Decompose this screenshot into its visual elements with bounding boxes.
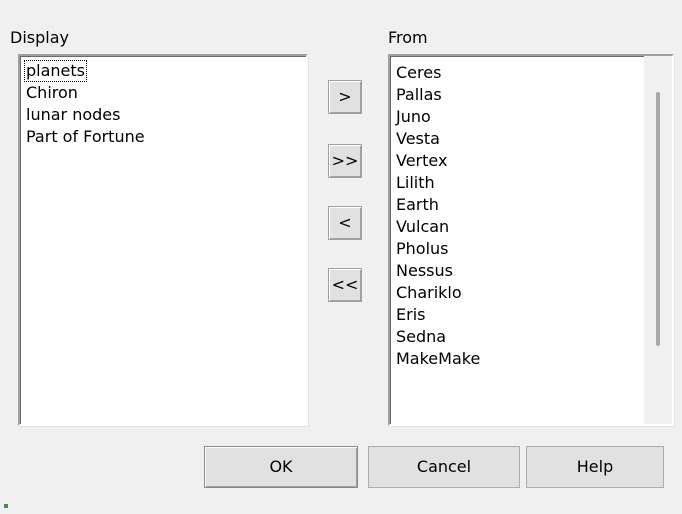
from-item[interactable]: MakeMake <box>394 348 482 370</box>
from-listbox[interactable]: Ceres Pallas Juno Vesta Vertex Lilith Ea… <box>388 54 674 426</box>
from-item[interactable]: Juno <box>394 106 433 128</box>
ok-button[interactable]: OK <box>204 446 358 488</box>
from-item[interactable]: Earth <box>394 194 441 216</box>
remove-all-button[interactable]: << <box>328 268 362 302</box>
display-item-chiron[interactable]: Chiron <box>24 82 80 104</box>
from-scrollbar[interactable] <box>644 56 672 424</box>
cancel-button[interactable]: Cancel <box>368 446 520 488</box>
from-item[interactable]: Ceres <box>394 62 443 84</box>
display-item-part-of-fortune[interactable]: Part of Fortune <box>24 126 147 148</box>
resize-grip <box>4 504 8 508</box>
from-item[interactable]: Eris <box>394 304 427 326</box>
remove-one-button[interactable]: < <box>328 206 362 240</box>
help-button[interactable]: Help <box>526 446 664 488</box>
from-item[interactable]: Vulcan <box>394 216 451 238</box>
from-label: From <box>388 28 428 47</box>
from-item[interactable]: Vesta <box>394 128 442 150</box>
add-one-button[interactable]: > <box>328 80 362 114</box>
from-item[interactable]: Sedna <box>394 326 448 348</box>
from-scrollbar-thumb[interactable] <box>656 92 660 346</box>
display-item-planets[interactable]: planets <box>24 60 87 82</box>
from-item[interactable]: Pallas <box>394 84 444 106</box>
display-item-lunar-nodes[interactable]: lunar nodes <box>24 104 122 126</box>
display-label: Display <box>10 28 69 47</box>
from-item[interactable]: Nessus <box>394 260 455 282</box>
from-item[interactable]: Lilith <box>394 172 437 194</box>
display-listbox[interactable]: planets Chiron lunar nodes Part of Fortu… <box>18 54 308 426</box>
add-all-button[interactable]: >> <box>328 144 362 178</box>
from-item[interactable]: Vertex <box>394 150 449 172</box>
from-item[interactable]: Chariklo <box>394 282 464 304</box>
from-item[interactable]: Pholus <box>394 238 451 260</box>
